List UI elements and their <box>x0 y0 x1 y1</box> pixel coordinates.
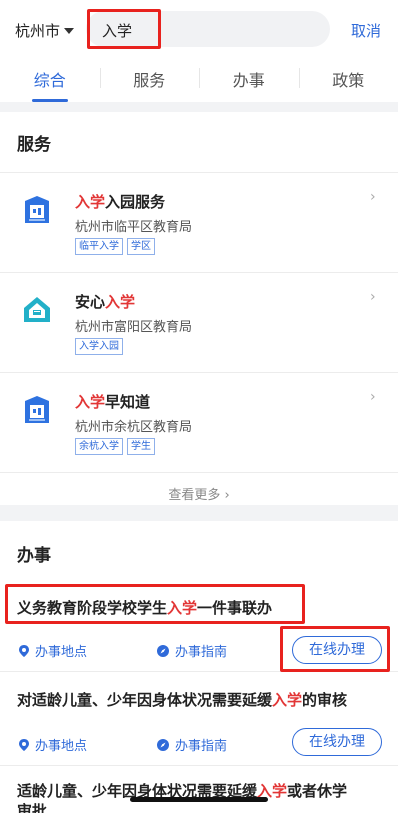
tag: 学生 <box>127 438 155 455</box>
tab-label: 政策 <box>332 71 365 90</box>
tab-bar: 综合 服务 办事 政策 <box>0 56 398 102</box>
divider <box>0 765 398 766</box>
tab-overview[interactable]: 综合 <box>0 56 100 102</box>
house-icon <box>24 297 50 322</box>
service-dept: 杭州市临平区教育局 <box>75 220 193 235</box>
service-name: 入学早知道 <box>75 393 151 411</box>
tag: 临平入学 <box>75 238 123 255</box>
caret-down-icon <box>64 27 75 34</box>
services-section: 服务 入学入园服务 杭州市临平区教育局 临平入学 学区 › 安心入学 杭州市富阳… <box>0 112 398 505</box>
tab-policy[interactable]: 政策 <box>298 56 398 102</box>
service-tags: 入学入园 <box>75 338 123 355</box>
search-input[interactable]: 入学 <box>86 11 330 47</box>
city-label: 杭州市 <box>15 22 61 40</box>
service-dept: 杭州市富阳区教育局 <box>75 320 193 335</box>
affair-location-link[interactable]: 办事地点 <box>19 641 87 660</box>
service-item[interactable]: 入学早知道 杭州市余杭区教育局 余杭入学 学生 › <box>0 372 398 472</box>
divider <box>0 671 398 672</box>
tab-label: 服务 <box>133 71 166 90</box>
tag: 余杭入学 <box>75 438 123 455</box>
section-title: 服务 <box>17 135 51 155</box>
service-name: 入学入园服务 <box>75 193 166 211</box>
affair-title-line2: 审批 <box>17 802 48 813</box>
online-apply-button[interactable]: 在线办理 <box>292 728 382 756</box>
service-item[interactable]: 入学入园服务 杭州市临平区教育局 临平入学 学区 › <box>0 172 398 272</box>
location-pin-icon <box>19 738 29 751</box>
affairs-section: 办事 义务教育阶段学校学生入学一件事联办 办事地点 办事指南 在线办理 对适龄儿… <box>0 521 398 813</box>
city-selector[interactable]: 杭州市 <box>15 20 75 41</box>
tab-label: 办事 <box>232 71 265 90</box>
tab-label: 综合 <box>33 71 66 90</box>
affair-guide-link[interactable]: 办事指南 <box>157 735 227 754</box>
compass-icon <box>157 738 169 751</box>
view-more-link[interactable]: 查看更多 › <box>0 484 398 503</box>
active-tab-indicator <box>31 99 68 102</box>
affair-title[interactable]: 对适龄儿童、少年因身体状况需要延缓入学的审核 <box>17 689 347 710</box>
building-icon <box>25 196 49 223</box>
service-item[interactable]: 安心入学 杭州市富阳区教育局 入学入园 › <box>0 272 398 372</box>
service-tags: 余杭入学 学生 <box>75 438 155 455</box>
home-indicator <box>130 797 268 802</box>
divider <box>0 472 398 473</box>
chevron-right-icon: › <box>370 289 376 305</box>
affair-location-link[interactable]: 办事地点 <box>19 735 87 754</box>
online-apply-button[interactable]: 在线办理 <box>292 636 382 664</box>
chevron-right-icon: › <box>370 189 376 205</box>
tag: 学区 <box>127 238 155 255</box>
tab-affairs[interactable]: 办事 <box>199 56 299 102</box>
service-tags: 临平入学 学区 <box>75 238 155 255</box>
service-name: 安心入学 <box>75 293 136 311</box>
compass-icon <box>157 644 169 657</box>
section-title: 办事 <box>17 546 51 566</box>
chevron-right-icon: › <box>370 389 376 405</box>
tab-services[interactable]: 服务 <box>99 56 200 102</box>
service-dept: 杭州市余杭区教育局 <box>75 420 193 435</box>
search-value: 入学 <box>102 22 133 40</box>
top-bar: 杭州市 入学 取消 <box>0 0 398 56</box>
building-icon <box>25 396 49 423</box>
affair-title[interactable]: 义务教育阶段学校学生入学一件事联办 <box>17 597 272 618</box>
cancel-button[interactable]: 取消 <box>351 20 381 41</box>
affair-guide-link[interactable]: 办事指南 <box>157 641 227 660</box>
tag: 入学入园 <box>75 338 123 355</box>
location-pin-icon <box>19 644 29 657</box>
